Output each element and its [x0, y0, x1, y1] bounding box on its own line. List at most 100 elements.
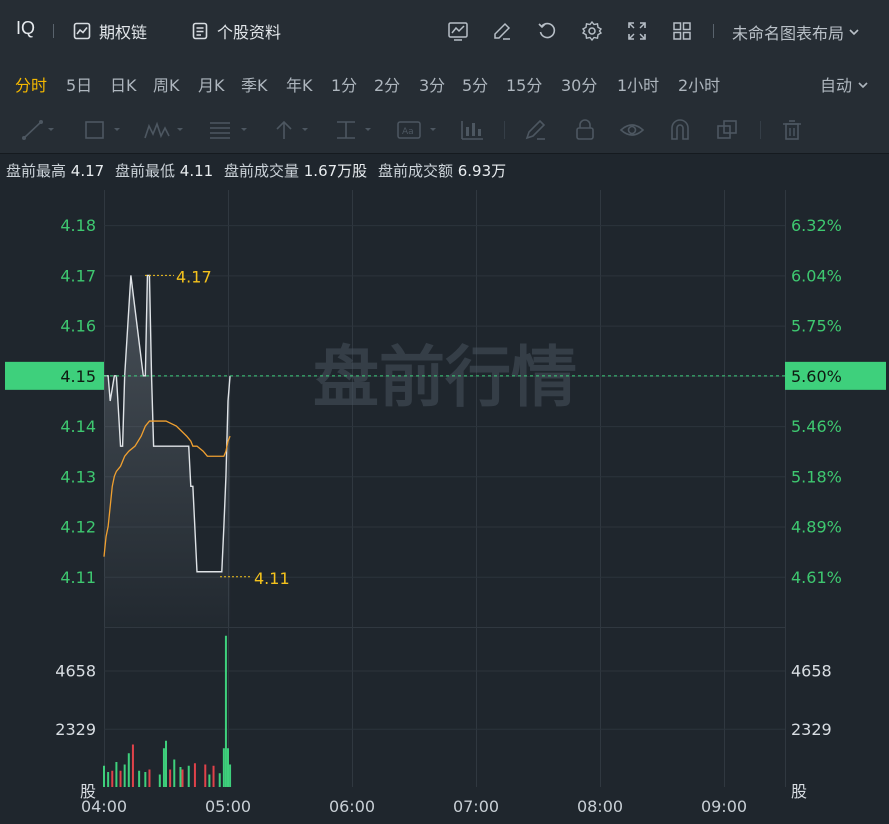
tab-quarterly-k[interactable]: 季K — [241, 72, 268, 96]
volume-value: 1.67万股 — [303, 162, 368, 180]
tab-weekly-k[interactable]: 周K — [153, 72, 180, 96]
options-chain-label: 期权链 — [99, 23, 148, 42]
price-tick-label: 4.18 — [60, 216, 96, 235]
refresh-icon[interactable] — [534, 18, 560, 44]
brush-icon[interactable] — [523, 118, 549, 142]
percent-tick-label: 5.75% — [791, 317, 842, 336]
stock-profile-label: 个股资料 — [217, 23, 282, 42]
high-label: 盘前最高 — [6, 162, 67, 180]
high-value: 4.17 — [70, 162, 105, 180]
tab-5day[interactable]: 5日 — [66, 72, 92, 96]
tab-1min[interactable]: 1分 — [331, 72, 357, 96]
stock-profile-button[interactable]: 个股资料 — [190, 18, 281, 44]
measure-tool-icon[interactable] — [334, 118, 378, 142]
drawing-toolbar: Aa — [0, 104, 889, 154]
auto-label: 自动 — [820, 76, 853, 95]
volume-bar — [138, 770, 141, 787]
volume-bar — [103, 765, 105, 787]
layers-icon[interactable] — [715, 118, 741, 142]
tab-3min[interactable]: 3分 — [419, 72, 445, 96]
current-percent-label: 5.60% — [791, 367, 842, 386]
chart-card-icon — [72, 21, 92, 41]
price-tick-label: 4.12 — [60, 518, 96, 537]
volume-bar — [173, 759, 176, 787]
trash-icon[interactable] — [780, 118, 804, 142]
low-value: 4.11 — [179, 162, 214, 180]
auto-select[interactable]: 自动 — [820, 72, 869, 96]
volume-bar — [169, 769, 172, 787]
price-tick-label: 4.13 — [60, 467, 96, 486]
volume-bar — [148, 769, 151, 787]
volume-bar — [204, 764, 207, 787]
eye-icon[interactable] — [619, 118, 645, 142]
volume-unit-label: 股 — [791, 782, 807, 801]
arrow-tool-icon[interactable] — [271, 118, 315, 142]
volume-bar — [127, 753, 130, 787]
fullscreen-icon[interactable] — [624, 18, 650, 44]
tab-monthly-k[interactable]: 月K — [198, 72, 225, 96]
tab-15min[interactable]: 15分 — [506, 72, 542, 96]
lock-icon[interactable] — [573, 118, 597, 142]
volume-tick-label: 2329 — [791, 720, 832, 739]
pattern-tool-icon[interactable] — [143, 118, 187, 142]
indicator-tool-icon[interactable] — [459, 118, 487, 142]
percent-tick-label: 5.46% — [791, 417, 842, 436]
price-area — [104, 275, 231, 627]
chart-canvas[interactable]: 盘前行情 4.17 4.11 4.18 4.17 4.16 4.14 4.13 4.12 4.… — [0, 190, 889, 824]
layout-select[interactable]: 未命名图表布局 — [732, 20, 860, 44]
tab-yearly-k[interactable]: 年K — [286, 72, 313, 96]
svg-text:Aa: Aa — [402, 127, 414, 137]
chart-type-icon[interactable] — [445, 18, 471, 44]
volume-tick-label: 4658 — [55, 662, 96, 681]
volume-bar — [162, 748, 165, 787]
volume-bar — [227, 748, 229, 787]
time-tick-label: 06:00 — [329, 797, 375, 816]
text-tool-icon[interactable]: Aa — [396, 118, 442, 142]
tab-2hour[interactable]: 2小时 — [678, 72, 720, 96]
magnet-icon[interactable] — [668, 118, 692, 142]
volume-bar — [123, 764, 126, 787]
volume-tick-label: 4658 — [791, 662, 832, 681]
premarket-info: 盘前最高 4.17 盘前最低 4.11 盘前成交量 1.67万股 盘前成交额 6… — [6, 160, 512, 181]
tab-1hour[interactable]: 1小时 — [617, 72, 659, 96]
tab-timeshare[interactable]: 分时 — [15, 72, 47, 96]
layout-label: 未命名图表布局 — [732, 24, 845, 43]
volume-bar — [187, 765, 190, 787]
time-tick-label: 08:00 — [577, 797, 623, 816]
amount-label: 盘前成交额 — [377, 162, 453, 180]
ticker-symbol[interactable]: IQ — [16, 18, 35, 39]
tab-30min[interactable]: 30分 — [561, 72, 597, 96]
tab-2min[interactable]: 2分 — [374, 72, 400, 96]
volume-bar — [111, 770, 114, 787]
volume-bar — [224, 635, 227, 787]
price-tick-label: 4.16 — [60, 317, 96, 336]
volume-bar — [222, 748, 225, 787]
volume-bar — [212, 765, 215, 787]
period-tabs: 分时 5日 日K 周K 月K 季K 年K 1分 2分 3分 5分 15分 30分… — [0, 62, 889, 104]
high-marker-label: 4.17 — [176, 267, 212, 286]
amount-value: 6.93万 — [457, 162, 507, 180]
volume-bar — [179, 767, 182, 787]
tab-daily-k[interactable]: 日K — [110, 72, 137, 96]
volume-bar — [115, 762, 118, 787]
percent-tick-label: 5.18% — [791, 467, 842, 486]
options-chain-button[interactable]: 期权链 — [72, 18, 147, 44]
volume-label: 盘前成交量 — [223, 162, 299, 180]
chevron-down-icon — [848, 23, 860, 42]
price-tick-label: 4.11 — [60, 568, 96, 587]
edit-icon[interactable] — [489, 18, 515, 44]
fib-tool-icon[interactable] — [208, 118, 252, 142]
divider — [504, 121, 505, 139]
divider — [53, 24, 54, 38]
grid-layout-icon[interactable] — [669, 18, 695, 44]
gear-icon[interactable] — [579, 18, 605, 44]
tab-5min[interactable]: 5分 — [462, 72, 488, 96]
volume-bar — [181, 769, 184, 787]
volume-bar — [208, 774, 211, 787]
divider — [760, 121, 761, 139]
line-tool-icon[interactable] — [21, 118, 57, 142]
time-tick-label: 04:00 — [81, 797, 127, 816]
rectangle-tool-icon[interactable] — [83, 118, 125, 142]
percent-tick-label: 4.61% — [791, 568, 842, 587]
intraday-chart[interactable]: 盘前行情 4.17 4.11 4.18 4.17 4.16 4.14 4.13 4.12 4.… — [0, 190, 889, 824]
